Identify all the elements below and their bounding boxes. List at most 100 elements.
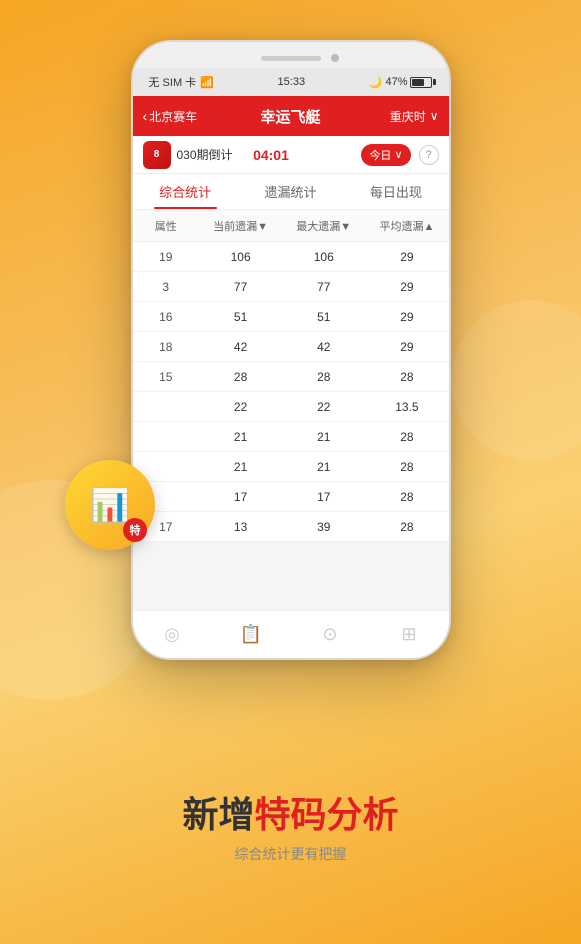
td-max: 106 xyxy=(282,242,365,271)
td-current: 42 xyxy=(199,332,282,361)
td-attr: 15 xyxy=(133,362,200,391)
carrier-label: 无 SIM 卡 xyxy=(149,74,197,90)
td-max: 17 xyxy=(282,482,365,511)
td-attr xyxy=(133,392,200,421)
tabs-bar: 综合统计 遗漏统计 每日出现 xyxy=(133,174,449,210)
wifi-icon: 📶 xyxy=(200,76,214,89)
th-current-miss[interactable]: 当前遗漏▼ xyxy=(199,210,282,241)
td-current: 77 xyxy=(199,272,282,301)
table-row: 19 106 106 29 xyxy=(133,242,449,272)
tab-missed[interactable]: 遗漏统计 xyxy=(238,174,343,209)
td-avg: 13.5 xyxy=(365,392,448,421)
today-label: 今日 xyxy=(369,147,391,163)
data-table: 属性 当前遗漏▼ 最大遗漏▼ 平均遗漏▲ 19 106 106 29 3 77 … xyxy=(133,210,449,542)
badge-te-label: 特 xyxy=(123,518,147,542)
td-avg: 28 xyxy=(365,362,448,391)
td-current: 17 xyxy=(199,482,282,511)
td-avg: 28 xyxy=(365,452,448,481)
status-time: 15:33 xyxy=(278,76,306,88)
today-button[interactable]: 今日 ∨ xyxy=(361,144,410,166)
td-current: 22 xyxy=(199,392,282,421)
main-title: 新增 特码分析 xyxy=(0,786,581,838)
period-countdown: 04:01 xyxy=(253,147,289,163)
td-max: 22 xyxy=(282,392,365,421)
help-button[interactable]: ? xyxy=(419,145,439,165)
table-header: 属性 当前遗漏▼ 最大遗漏▼ 平均遗漏▲ xyxy=(133,210,449,242)
battery-fill xyxy=(412,79,424,86)
table-row: 18 42 42 29 xyxy=(133,332,449,362)
td-attr: 18 xyxy=(133,332,200,361)
bottom-nav-grid[interactable]: ⊞ xyxy=(370,624,449,645)
main-title-normal: 新增 xyxy=(182,786,254,838)
badge-chart-icon: 📊 xyxy=(90,486,130,524)
td-avg: 29 xyxy=(365,302,448,331)
td-current: 106 xyxy=(199,242,282,271)
phone-frame: 无 SIM 卡 📶 15:33 🌙 47% ‹ 北京赛车 幸运飞艇 xyxy=(131,40,451,660)
nav-title: 幸运飞艇 xyxy=(203,106,379,127)
tab-missed-label: 遗漏统计 xyxy=(264,182,316,201)
nav-back-label: 北京赛车 xyxy=(149,108,197,125)
td-current: 13 xyxy=(199,512,282,541)
td-avg: 28 xyxy=(365,482,448,511)
period-logo-text: 8 xyxy=(154,149,160,160)
table-row: 17 13 39 28 xyxy=(133,512,449,542)
moon-icon: 🌙 xyxy=(369,76,383,89)
td-current: 51 xyxy=(199,302,282,331)
tab-comprehensive-label: 综合统计 xyxy=(159,182,211,201)
tab-daily[interactable]: 每日出现 xyxy=(343,174,448,209)
table-row: 16 51 51 29 xyxy=(133,302,449,332)
chart-icon: ⊙ xyxy=(322,624,337,645)
status-bar: 无 SIM 卡 📶 15:33 🌙 47% xyxy=(133,68,449,96)
bottom-nav-home[interactable]: ◎ xyxy=(133,624,212,645)
td-max: 21 xyxy=(282,422,365,451)
battery-icon xyxy=(410,77,432,88)
td-avg: 28 xyxy=(365,512,448,541)
table-row: 21 21 28 xyxy=(133,422,449,452)
nav-back-arrow-icon: ‹ xyxy=(143,108,148,124)
tab-comprehensive[interactable]: 综合统计 xyxy=(133,174,238,209)
main-title-highlight: 特码分析 xyxy=(255,786,399,838)
td-current: 28 xyxy=(199,362,282,391)
th-avg-miss[interactable]: 平均遗漏▲ xyxy=(365,210,448,241)
phone-camera xyxy=(331,54,339,62)
table-row: 15 28 28 28 xyxy=(133,362,449,392)
td-attr: 16 xyxy=(133,302,200,331)
td-avg: 28 xyxy=(365,422,448,451)
nav-back-button[interactable]: ‹ 北京赛车 xyxy=(143,108,203,125)
table-row: 21 21 28 xyxy=(133,452,449,482)
th-max-miss[interactable]: 最大遗漏▼ xyxy=(282,210,365,241)
sub-title: 综合统计更有把握 xyxy=(0,844,581,864)
td-attr: 19 xyxy=(133,242,200,271)
badge-circle: 📊 特 xyxy=(65,460,155,550)
nav-right-area[interactable]: 重庆时 ∨ xyxy=(379,108,439,125)
bottom-text-area: 新增 特码分析 综合统计更有把握 xyxy=(0,786,581,864)
bottom-nav-chart[interactable]: ⊙ xyxy=(291,624,370,645)
nav-bar: ‹ 北京赛车 幸运飞艇 重庆时 ∨ xyxy=(133,96,449,136)
td-max: 42 xyxy=(282,332,365,361)
bg-circle-right xyxy=(451,300,581,460)
table-row: 17 17 28 xyxy=(133,482,449,512)
td-max: 39 xyxy=(282,512,365,541)
td-current: 21 xyxy=(199,422,282,451)
home-icon: ◎ xyxy=(164,624,180,645)
phone-mockup: 无 SIM 卡 📶 15:33 🌙 47% ‹ 北京赛车 幸运飞艇 xyxy=(131,40,451,660)
td-max: 51 xyxy=(282,302,365,331)
status-right: 🌙 47% xyxy=(369,76,433,89)
grid-icon: ⊞ xyxy=(401,624,416,645)
tab-daily-label: 每日出现 xyxy=(370,182,422,201)
th-attribute: 属性 xyxy=(133,210,200,241)
list-icon: 📋 xyxy=(240,624,262,645)
status-left: 无 SIM 卡 📶 xyxy=(149,74,214,90)
td-current: 21 xyxy=(199,452,282,481)
table-row: 22 22 13.5 xyxy=(133,392,449,422)
td-avg: 29 xyxy=(365,242,448,271)
phone-speaker xyxy=(261,56,321,61)
bottom-nav-list[interactable]: 📋 xyxy=(212,624,291,645)
bottom-nav: ◎ 📋 ⊙ ⊞ xyxy=(133,610,449,658)
td-attr xyxy=(133,422,200,451)
td-avg: 29 xyxy=(365,272,448,301)
battery-percent: 47% xyxy=(385,76,407,88)
app-content: ‹ 北京赛车 幸运飞艇 重庆时 ∨ 8 030期倒计 04:01 今日 xyxy=(133,96,449,658)
td-max: 77 xyxy=(282,272,365,301)
td-max: 21 xyxy=(282,452,365,481)
